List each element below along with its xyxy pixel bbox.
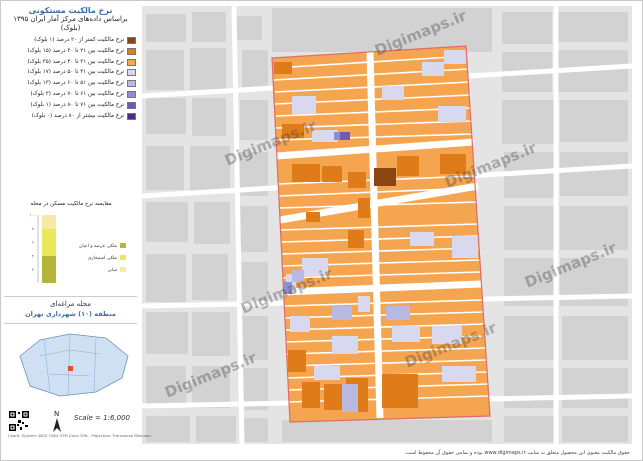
legend-label: نرخ مالکیت بین ۵۱ تا ۶۰ درصد (۱۳ بلوک) [27, 80, 124, 87]
legend-swatch [127, 47, 136, 55]
map-canvas[interactable]: Digimaps.ir Digimaps.ir Digimaps.ir Digi… [142, 6, 632, 444]
y-tick-label: ۶۰ [32, 240, 36, 245]
ownership-chart: ۰ ۲۰ ۴۰ ۶۰ ۸۰ ۱۰۰ ملکی عرصه و اعیان ملکی استیجا… [6, 211, 136, 291]
chart-title: مقایسه نرخ مالکیت مسکن در محله [30, 201, 112, 207]
y-tick-label: ۴۰ [32, 253, 36, 258]
y-tick-label: ۰ [34, 281, 36, 286]
place-info: محله مراغه‌ای منطقه (۱۰) شهرداری تهران [4, 296, 137, 324]
y-tick-label: ۲۰ [32, 267, 36, 272]
legend-item: نرخ مالکیت کمتر از ۲۰ درصد (۱ بلوک) [6, 36, 136, 46]
bar-segment [42, 228, 56, 256]
legend-label: نرخ مالکیت بین ۲۱ تا ۳۰ درصد (۱۵ بلوک) [27, 47, 124, 54]
bar-segment [42, 255, 56, 283]
legend-item: نرخ مالکیت بین ۳۱ تا ۴۰ درصد (۳۵ بلوک) [6, 58, 136, 68]
map-title: نرخ مالکیت مستکونی براساس داده‌های مرکز … [4, 6, 137, 34]
legend-item: نرخ مالکیت بین ۴۱ تا ۵۰ درصد (۱۷ بلوک) [6, 68, 136, 78]
neighborhood-name: محله مراغه‌ای [50, 300, 91, 308]
legend: نرخ مالکیت کمتر از ۲۰ درصد (۱ بلوک) نرخ م… [6, 36, 136, 122]
title-line1: نرخ مالکیت مستکونی [28, 6, 113, 15]
chart-legend-swatch [120, 243, 126, 248]
legend-swatch [127, 101, 136, 109]
legend-swatch [127, 90, 136, 98]
legend-item: نرخ مالکیت بین ۲۱ تا ۳۰ درصد (۱۵ بلوک) [6, 47, 136, 57]
coordinate-system-note: Coord. System: WGS 1984 UTM Zone 39N - P… [8, 433, 152, 438]
y-tick-label: ۸۰ [32, 226, 36, 231]
legend-label: نرخ مالکیت کمتر از ۲۰ درصد (۱ بلوک) [34, 37, 124, 43]
title-line2: براساس داده‌های مرکز آمار ایران ۱۳۹۵ [13, 15, 128, 23]
qr-code-icon [8, 410, 30, 432]
study-area [271, 45, 491, 423]
chart-legend-swatch [120, 255, 126, 260]
legend-swatch [127, 80, 136, 88]
legend-label: نرخ مالکیت بین ۳۱ تا ۴۰ درصد (۳۵ بلوک) [27, 58, 124, 65]
region-name: منطقه (۱۰) شهرداری تهران [25, 310, 116, 318]
legend-swatch [127, 37, 136, 44]
legend-item: نرخ مالکیت بین ۷۱ تا ۸۰ درصد (۱ بلوک) [6, 101, 136, 111]
chart-svg: ۰ ۲۰ ۴۰ ۶۰ ۸۰ ۱۰۰ ملکی عرصه و اعیان ملکی استیجا… [30, 213, 126, 286]
inset-map [10, 326, 135, 406]
block-under-20 [374, 168, 396, 186]
legend-swatch [127, 58, 136, 66]
chart-legend-swatch [120, 267, 126, 272]
location-marker [68, 366, 73, 371]
bar-segment [42, 215, 56, 229]
legend-label: نرخ مالکیت بین ۶۱ تا ۷۰ درصد (۳ بلوک) [30, 90, 124, 97]
legend-swatch [127, 69, 136, 77]
legend-label: نرخ مالکیت بیشتر از ۸۰ درصد (۰ بلوک) [31, 112, 124, 119]
legend-swatch [127, 112, 136, 120]
legend-label: نرخ مالکیت بین ۴۱ تا ۵۰ درصد (۱۷ بلوک) [27, 69, 124, 76]
y-tick-label: ۱۰۰ [30, 213, 36, 218]
chart-legend-label: ملکی استیجاری [88, 255, 118, 261]
legend-item: نرخ مالکیت بین ۵۱ تا ۶۰ درصد (۱۳ بلوک) [6, 79, 136, 89]
scale-text: Scale = 1:6,000 [74, 414, 130, 422]
legend-panel: نرخ مالکیت مستکونی براساس داده‌های مرکز … [4, 6, 137, 446]
svg-text:N: N [54, 410, 59, 418]
legend-item: نرخ مالکیت بیشتر از ۸۰ درصد (۰ بلوک) [6, 112, 136, 122]
legend-label: نرخ مالکیت بین ۷۱ تا ۸۰ درصد (۱ بلوک) [30, 101, 124, 108]
chart-legend-label: سایر [107, 268, 117, 273]
copyright-credit: حقوق مالکیت معنوی این محصول متعلق به سای… [404, 450, 630, 456]
map-tools: N Scale = 1:6,000 [4, 408, 137, 448]
block-71-80 [340, 132, 350, 140]
north-arrow-icon: N [53, 410, 61, 432]
chart-legend-label: ملکی عرصه و اعیان [79, 243, 118, 249]
inset-svg [10, 326, 135, 406]
legend-item: نرخ مالکیت بین ۶۱ تا ۷۰ درصد (۳ بلوک) [6, 90, 136, 100]
title-line3: (بلوک) [60, 24, 81, 32]
